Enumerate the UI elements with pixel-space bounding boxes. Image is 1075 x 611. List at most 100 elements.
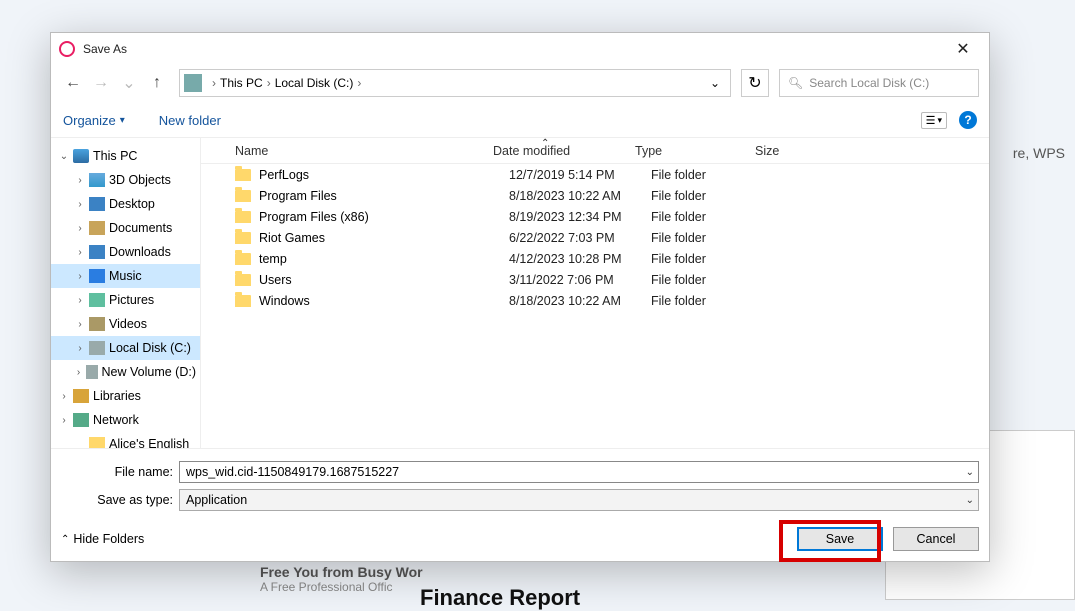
help-button[interactable]: ? [959,111,977,129]
tree-node[interactable]: › Libraries [51,384,200,408]
chevron-right-icon[interactable]: › [75,319,85,330]
tree-node[interactable]: ⌄This PC [51,144,200,168]
chevron-right-icon[interactable]: › [75,367,82,378]
tree-node[interactable]: ›Documents [51,216,200,240]
chevron-right-icon[interactable]: › [75,175,85,186]
tree-node-label: Libraries [93,389,141,403]
breadcrumb-segment[interactable]: This PC [220,76,263,90]
view-options-button[interactable]: ☰ ▾ [921,112,947,129]
header-name[interactable]: Name [235,144,493,158]
tree-node[interactable]: ›Local Disk (C:) [51,336,200,360]
folder-icon [89,437,105,448]
chevron-down-icon[interactable]: ⌄ [966,495,974,506]
tree-node-label: Downloads [109,245,171,259]
cancel-button[interactable]: Cancel [893,527,979,551]
folder-icon [235,274,251,286]
chevron-down-icon[interactable]: ⌄ [59,151,69,162]
lib-icon [73,389,89,403]
save-button[interactable]: Save [797,527,883,551]
savetype-select[interactable]: Application ⌄ [179,489,979,511]
file-date: 8/19/2023 12:34 PM [509,210,651,224]
new-folder-button[interactable]: New folder [159,113,221,128]
pics-icon [89,293,105,307]
file-date: 8/18/2023 10:22 AM [509,189,651,203]
file-row[interactable]: Users3/11/2022 7:06 PMFile folder [201,269,989,290]
file-name: temp [259,252,509,266]
recent-button[interactable]: ⌄ [117,71,141,95]
file-name: PerfLogs [259,168,509,182]
tree-node-label: Videos [109,317,147,331]
tree-node-label: Desktop [109,197,155,211]
dialog-title: Save As [83,42,127,56]
organize-label: Organize [63,113,116,128]
tree-node[interactable]: › Videos [51,312,200,336]
chevron-right-icon[interactable]: › [75,223,85,234]
chevron-right-icon[interactable]: › [75,343,85,354]
toolbar: Organize ▾ New folder ☰ ▾ ? [51,107,989,138]
tree-node[interactable]: Alice's English [51,432,200,448]
refresh-button[interactable]: ↻ [741,69,769,97]
chevron-right-icon[interactable]: › [75,295,85,306]
file-row[interactable]: Program Files8/18/2023 10:22 AMFile fold… [201,185,989,206]
tree-node-label: 3D Objects [109,173,171,187]
folder-tree[interactable]: ⌄This PC›3D Objects›Desktop›Documents›Do… [51,138,201,448]
filename-input[interactable]: wps_wid.cid-1150849179.1687515227 ⌄ [179,461,979,483]
tree-node[interactable]: › Music [51,264,200,288]
net-icon [73,413,89,427]
chevron-right-icon[interactable]: › [75,271,85,282]
chevron-right-icon[interactable]: › [59,415,69,426]
file-type: File folder [651,273,771,287]
chevron-down-icon[interactable]: ⌄ [704,76,726,90]
sort-indicator-icon: ⌃ [541,138,549,149]
close-button[interactable]: ✕ [945,39,981,59]
file-row[interactable]: Windows8/18/2023 10:22 AMFile folder [201,290,989,311]
file-row[interactable]: PerfLogs12/7/2019 5:14 PMFile folder [201,164,989,185]
chevron-right-icon[interactable]: › [75,247,85,258]
organize-button[interactable]: Organize ▾ [63,113,125,128]
dialog-body: ⌄This PC›3D Objects›Desktop›Documents›Do… [51,138,989,448]
tree-node-label: Alice's English [109,437,189,448]
search-input[interactable]: 🔍︎ Search Local Disk (C:) [779,69,979,97]
back-button[interactable]: ← [61,71,85,95]
file-date: 12/7/2019 5:14 PM [509,168,651,182]
folder-icon [235,253,251,265]
tree-node[interactable]: › New Volume (D:) [51,360,200,384]
hide-folders-button[interactable]: ⌃ Hide Folders [61,532,144,546]
app-icon [59,41,75,57]
cube-icon [89,173,105,187]
header-type[interactable]: Type [635,144,755,158]
music-icon [89,269,105,283]
chevron-right-icon[interactable]: › [75,199,85,210]
file-date: 8/18/2023 10:22 AM [509,294,651,308]
tree-node[interactable]: › Downloads [51,240,200,264]
tree-node[interactable]: › Network [51,408,200,432]
docs-icon [89,221,105,235]
bg-bottom-heading: Free You from Busy Wor [260,564,423,580]
column-headers: Name ⌃ Date modified Type Size [201,138,989,164]
tree-node-label: New Volume (D:) [102,365,196,379]
save-as-dialog: Save As ✕ ← → ⌄ ↑ › This PC › Local Disk… [50,32,990,562]
navbar: ← → ⌄ ↑ › This PC › Local Disk (C:) › ⌄ … [51,65,989,107]
forward-button[interactable]: → [89,71,113,95]
header-size[interactable]: Size [755,144,825,158]
bg-right-text: re, WPS [1013,145,1065,161]
file-row[interactable]: Program Files (x86)8/19/2023 12:34 PMFil… [201,206,989,227]
desktop-icon [89,197,105,211]
file-row[interactable]: temp4/12/2023 10:28 PMFile folder [201,248,989,269]
savetype-row: Save as type: Application ⌄ [61,489,979,511]
monitor-icon [73,149,89,163]
tree-node[interactable]: › 3D Objects [51,168,200,192]
chevron-down-icon[interactable]: ⌄ [966,467,974,478]
chevron-right-icon[interactable]: › [59,391,69,402]
tree-node-label: Network [93,413,139,427]
tree-node[interactable]: ›Pictures [51,288,200,312]
file-rows: PerfLogs12/7/2019 5:14 PMFile folderProg… [201,164,989,311]
chevron-right-icon: › [263,76,275,90]
breadcrumb-segment[interactable]: Local Disk (C:) [275,76,354,90]
up-button[interactable]: ↑ [145,71,169,95]
tree-node[interactable]: › Desktop [51,192,200,216]
tree-node-label: Music [109,269,142,283]
header-date[interactable]: Date modified [493,144,635,158]
file-row[interactable]: Riot Games6/22/2022 7:03 PMFile folder [201,227,989,248]
breadcrumb[interactable]: › This PC › Local Disk (C:) › ⌄ [179,69,731,97]
